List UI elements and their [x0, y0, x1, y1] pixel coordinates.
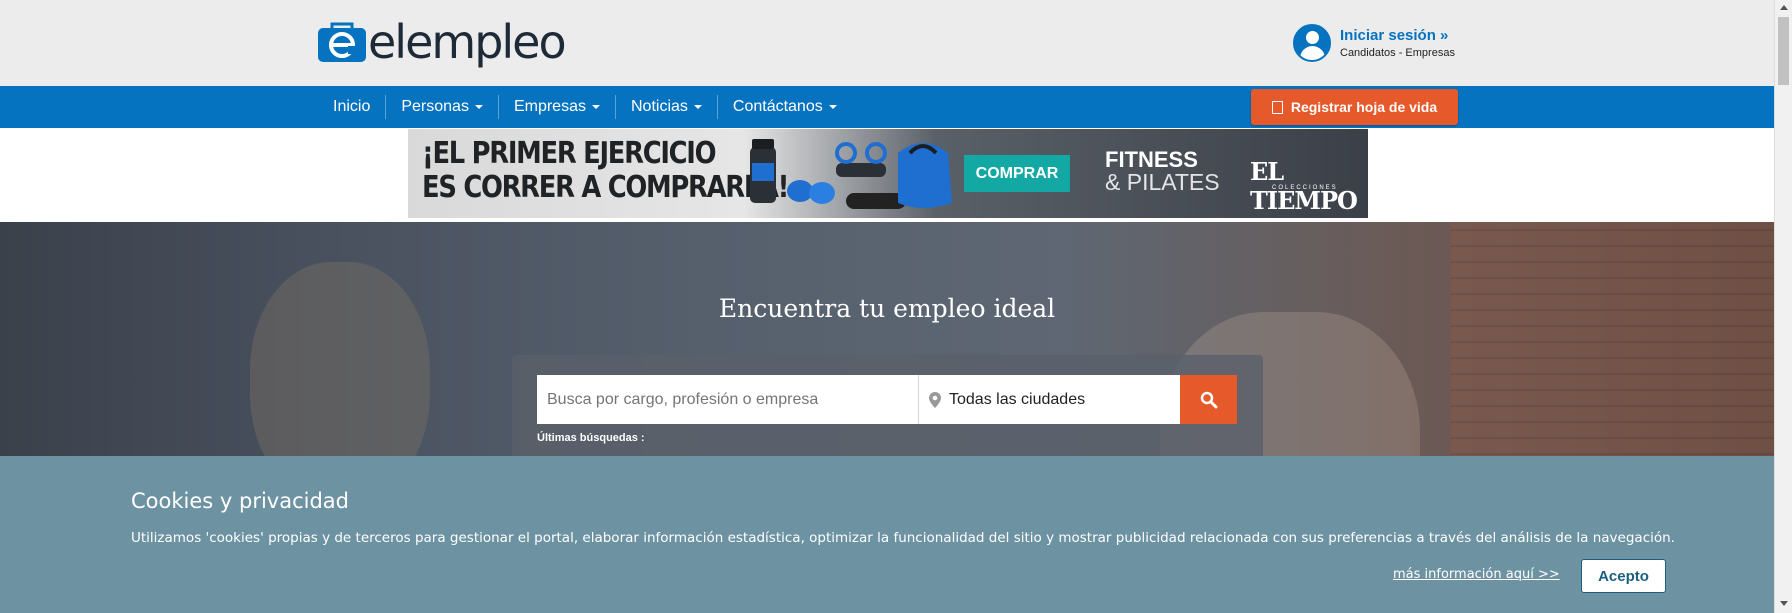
nav-item-personas[interactable]: Personas — [386, 95, 499, 119]
search-icon — [1200, 391, 1217, 408]
city-value: Todas las ciudades — [949, 390, 1086, 408]
nav-item-contactanos[interactable]: Contáctanos — [718, 95, 852, 119]
ad-headline: ¡EL PRIMER EJERCICIO ES CORRER A COMPRAR… — [422, 136, 789, 205]
map-pin-icon — [929, 391, 941, 408]
logo-briefcase-icon — [318, 22, 366, 62]
recent-searches-label: Últimas búsquedas : — [537, 432, 645, 444]
main-nav: Inicio Personas Empresas Noticias Contác… — [0, 86, 1774, 128]
site-header: elempleo Iniciar sesión » Candidatos - E… — [0, 0, 1774, 86]
cookie-more-info-link[interactable]: más información aquí >> — [1393, 567, 1560, 582]
document-icon — [1271, 100, 1283, 114]
search-input[interactable] — [537, 375, 918, 424]
cookie-title: Cookies y privacidad — [131, 489, 349, 513]
ad-brand-subtitle: COLECCIONES — [1272, 185, 1338, 191]
nav-item-inicio[interactable]: Inicio — [318, 95, 387, 119]
scrollbar[interactable] — [1774, 0, 1792, 613]
logo-text: elempleo — [368, 15, 567, 69]
search-panel: Todas las ciudades Últimas búsquedas : — [512, 355, 1263, 465]
ad-buy-button[interactable]: COMPRAR — [964, 155, 1070, 192]
nav-item-empresas[interactable]: Empresas — [499, 95, 616, 119]
login-subtitle: Candidatos - Empresas — [1340, 47, 1455, 59]
ad-container: ¡EL PRIMER EJERCICIO ES CORRER A COMPRAR… — [0, 128, 1774, 222]
cookie-banner: Cookies y privacidad Utilizamos 'cookies… — [0, 456, 1774, 613]
scroll-up-arrow-icon[interactable] — [1780, 5, 1788, 10]
login-area[interactable]: Iniciar sesión » Candidatos - Empresas — [1293, 24, 1455, 62]
chevron-down-icon — [474, 105, 483, 109]
nav-item-noticias[interactable]: Noticias — [616, 95, 718, 119]
chevron-down-icon — [828, 105, 837, 109]
hero-title: Encuentra tu empleo ideal — [718, 294, 1056, 323]
fitness-products-image — [750, 139, 952, 209]
user-avatar-icon[interactable] — [1293, 24, 1331, 62]
chevron-down-icon — [693, 105, 702, 109]
register-cv-button[interactable]: Registrar hoja de vida — [1251, 89, 1458, 125]
search-button[interactable] — [1180, 375, 1237, 424]
cookie-text: Utilizamos 'cookies' propias y de tercer… — [131, 530, 1675, 546]
ad-fitness-text: FITNESS & PILATES — [1105, 147, 1220, 195]
chevron-down-icon — [591, 105, 600, 109]
city-select[interactable]: Todas las ciudades — [918, 375, 1180, 424]
scroll-down-arrow-icon[interactable] — [1780, 601, 1788, 606]
accept-button[interactable]: Acepto — [1581, 559, 1666, 593]
scrollbar-thumb[interactable] — [1778, 17, 1789, 85]
login-link[interactable]: Iniciar sesión » — [1340, 27, 1455, 44]
ad-banner[interactable]: ¡EL PRIMER EJERCICIO ES CORRER A COMPRAR… — [408, 129, 1368, 218]
site-logo[interactable]: elempleo — [318, 15, 567, 69]
